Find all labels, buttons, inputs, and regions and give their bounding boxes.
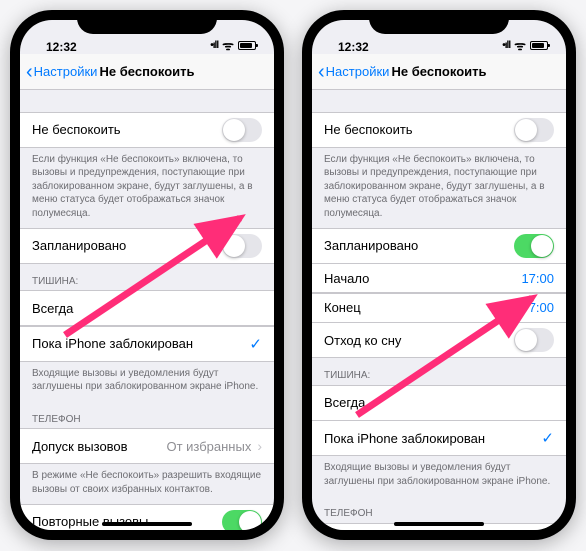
silence-always-label: Всегда bbox=[32, 301, 73, 316]
device-right: 12:32 ‹ Настройки Не беспокоить Не беспо… bbox=[302, 10, 576, 540]
back-label: Настройки bbox=[34, 64, 98, 79]
home-indicator bbox=[102, 522, 192, 526]
silence-header: ТИШИНА: bbox=[312, 358, 566, 385]
battery-icon bbox=[238, 41, 256, 50]
back-button[interactable]: ‹ Настройки bbox=[318, 62, 389, 82]
phone-header: ТЕЛЕФОН bbox=[20, 402, 274, 429]
bedtime-label: Отход ко сну bbox=[324, 333, 401, 348]
row-scheduled[interactable]: Запланировано bbox=[20, 228, 274, 264]
content-right[interactable]: Не беспокоить Если функция «Не беспокоит… bbox=[312, 90, 566, 530]
allow-footer: В режиме «Не беспокоить» разрешить входя… bbox=[20, 464, 274, 504]
time-start-label: Начало bbox=[324, 271, 369, 286]
status-icons bbox=[210, 36, 256, 54]
dnd-label: Не беспокоить bbox=[32, 122, 121, 137]
signal-icon bbox=[210, 40, 218, 51]
chevron-right-icon: › bbox=[257, 438, 262, 454]
row-dnd[interactable]: Не беспокоить bbox=[312, 112, 566, 148]
status-time: 12:32 bbox=[42, 40, 77, 54]
row-dnd[interactable]: Не беспокоить bbox=[20, 112, 274, 148]
dnd-footer: Если функция «Не беспокоить» включена, т… bbox=[312, 148, 566, 229]
row-silence-locked[interactable]: Пока iPhone заблокирован ✓ bbox=[312, 420, 566, 456]
status-icons bbox=[502, 36, 548, 54]
row-bedtime[interactable]: Отход ко сну bbox=[312, 322, 566, 358]
silence-locked-label: Пока iPhone заблокирован bbox=[32, 336, 193, 351]
nav-bar: ‹ Настройки Не беспокоить bbox=[20, 54, 274, 90]
nav-title: Не беспокоить bbox=[100, 64, 195, 79]
status-time: 12:32 bbox=[334, 40, 369, 54]
dnd-toggle[interactable] bbox=[222, 118, 262, 142]
time-end-value: 7:00 bbox=[529, 300, 554, 315]
scheduled-toggle[interactable] bbox=[222, 234, 262, 258]
nav-bar: ‹ Настройки Не беспокоить bbox=[312, 54, 566, 90]
dnd-footer: Если функция «Не беспокоить» включена, т… bbox=[20, 148, 274, 229]
row-silence-always[interactable]: Всегда bbox=[20, 290, 274, 326]
bedtime-toggle[interactable] bbox=[514, 328, 554, 352]
back-button[interactable]: ‹ Настройки bbox=[26, 62, 97, 82]
nav-title: Не беспокоить bbox=[392, 64, 487, 79]
scheduled-label: Запланировано bbox=[324, 238, 418, 253]
screen-right: 12:32 ‹ Настройки Не беспокоить Не беспо… bbox=[312, 20, 566, 530]
row-time-end[interactable]: Конец 7:00 bbox=[312, 293, 566, 323]
row-time-start[interactable]: Начало 17:00 bbox=[312, 263, 566, 293]
scheduled-label: Запланировано bbox=[32, 238, 126, 253]
silence-header: ТИШИНА: bbox=[20, 264, 274, 291]
check-icon: ✓ bbox=[249, 335, 262, 353]
back-label: Настройки bbox=[326, 64, 390, 79]
content-left[interactable]: Не беспокоить Если функция «Не беспокоит… bbox=[20, 90, 274, 530]
repeat-toggle[interactable] bbox=[222, 510, 262, 531]
screen-left: 12:32 ‹ Настройки Не беспокоить Не беспо… bbox=[20, 20, 274, 530]
allow-calls-value: От избранных bbox=[166, 439, 251, 454]
notch bbox=[369, 10, 509, 34]
notch bbox=[77, 10, 217, 34]
row-silence-locked[interactable]: Пока iPhone заблокирован ✓ bbox=[20, 326, 274, 362]
signal-icon bbox=[502, 40, 510, 51]
battery-icon bbox=[530, 41, 548, 50]
row-allow-calls[interactable]: Допуск вызовов От избранных › bbox=[20, 428, 274, 464]
home-indicator bbox=[394, 522, 484, 526]
silence-always-label: Всегда bbox=[324, 395, 365, 410]
phone-header: ТЕЛЕФОН bbox=[312, 496, 566, 523]
silence-locked-label: Пока iPhone заблокирован bbox=[324, 431, 485, 446]
scheduled-toggle[interactable] bbox=[514, 234, 554, 258]
silence-footer: Входящие вызовы и уведомления будут загл… bbox=[312, 456, 566, 496]
row-scheduled[interactable]: Запланировано bbox=[312, 228, 566, 264]
wifi-icon bbox=[222, 36, 234, 54]
row-repeat[interactable]: Повторные вызовы bbox=[20, 504, 274, 531]
time-start-value: 17:00 bbox=[521, 271, 554, 286]
allow-calls-label: Допуск вызовов bbox=[32, 439, 128, 454]
chevron-left-icon: ‹ bbox=[26, 62, 33, 82]
wifi-icon bbox=[514, 36, 526, 54]
dnd-toggle[interactable] bbox=[514, 118, 554, 142]
check-icon: ✓ bbox=[541, 429, 554, 447]
chevron-left-icon: ‹ bbox=[318, 62, 325, 82]
time-end-label: Конец bbox=[324, 300, 361, 315]
device-left: 12:32 ‹ Настройки Не беспокоить Не беспо… bbox=[10, 10, 284, 540]
row-silence-always[interactable]: Всегда bbox=[312, 385, 566, 421]
silence-footer: Входящие вызовы и уведомления будут загл… bbox=[20, 362, 274, 402]
dnd-label: Не беспокоить bbox=[324, 122, 413, 137]
